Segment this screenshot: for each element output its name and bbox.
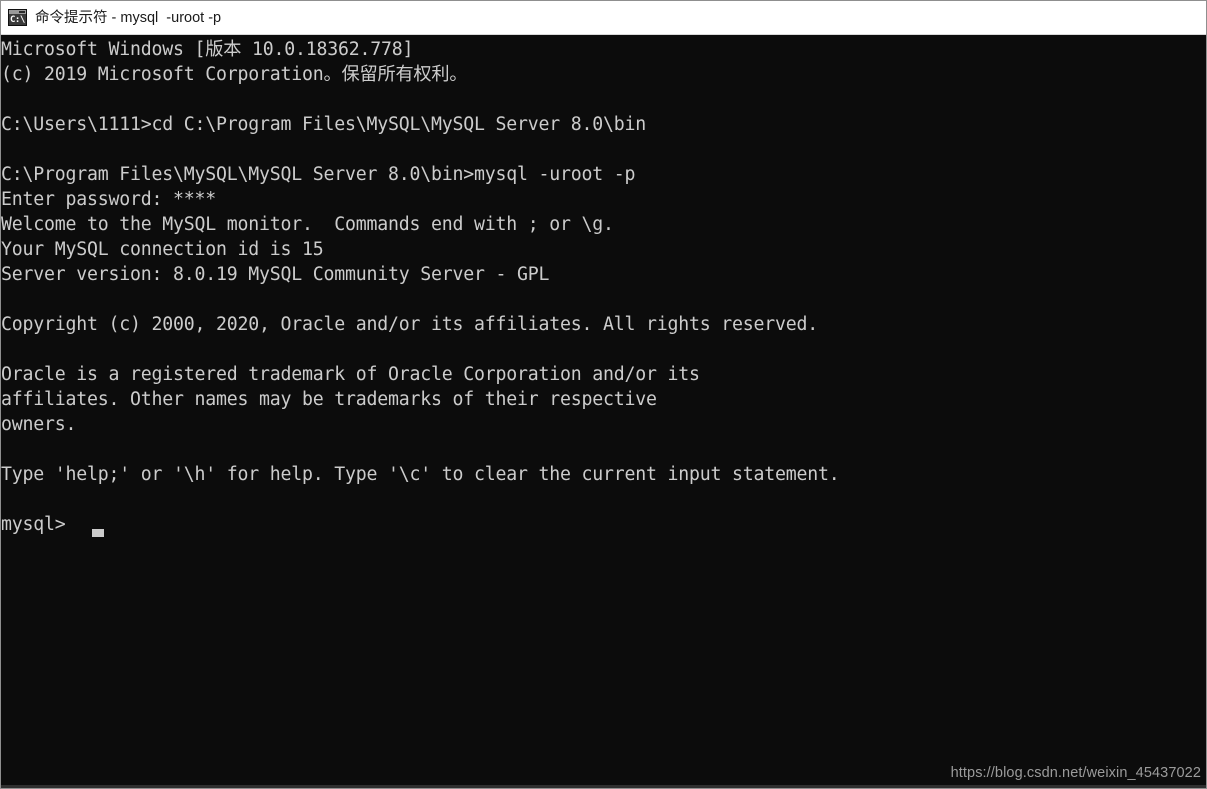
command-prompt-window: C:\. 命令提示符 - mysql -uroot -p Microsoft W… (0, 0, 1207, 789)
cmd-console-icon: C:\. (8, 9, 27, 26)
terminal-console[interactable]: Microsoft Windows [版本 10.0.18362.778] (c… (1, 35, 1206, 787)
terminal-cursor (91, 529, 104, 537)
window-title: 命令提示符 - mysql -uroot -p (35, 9, 222, 26)
terminal-output: Microsoft Windows [版本 10.0.18362.778] (c… (1, 39, 840, 535)
icon-prompt-glyph: C:\. (10, 15, 26, 25)
watermark-url: https://blog.csdn.net/weixin_45437022 (950, 765, 1201, 781)
window-bottom-edge (1, 785, 1206, 788)
window-titlebar[interactable]: C:\. 命令提示符 - mysql -uroot -p (1, 1, 1206, 35)
